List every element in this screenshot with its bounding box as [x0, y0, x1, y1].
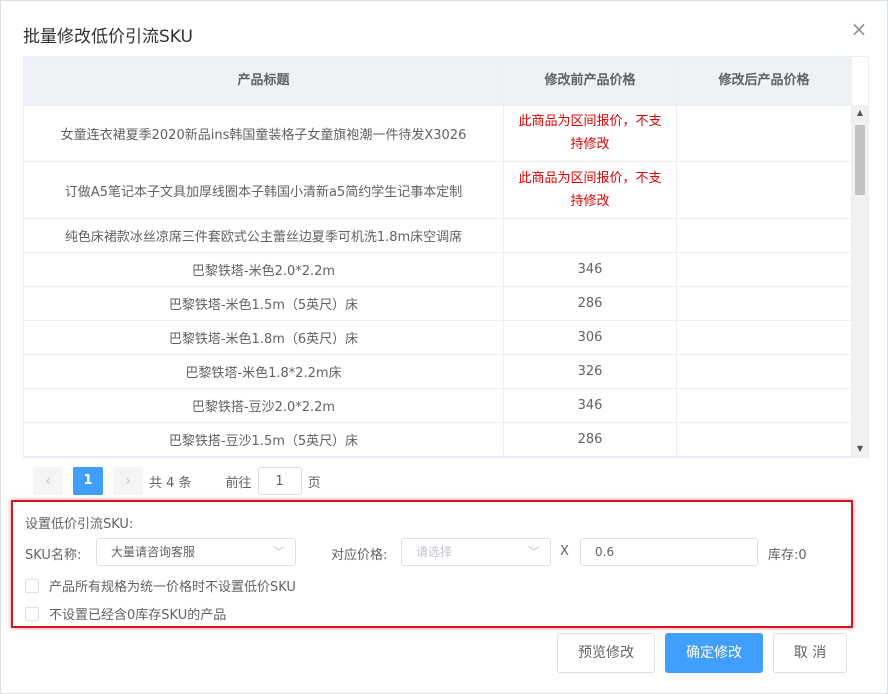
checkbox-zero-stock[interactable]: 不设置已经含0库存SKU的产品	[25, 604, 226, 623]
scroll-thumb[interactable]	[855, 125, 865, 195]
scroll-down-icon[interactable]: ▼	[852, 441, 868, 457]
checkbox-icon[interactable]	[25, 578, 39, 593]
cell-price-before: 346	[504, 253, 677, 286]
cell-product-title: 订做A5笔记本子文具加厚线圈本子韩国小清新a5简约学生记事本定制	[24, 162, 504, 218]
cell-price-after	[677, 219, 852, 252]
cell-product-title: 巴黎铁塔-米色1.8m（6英尺）床	[24, 321, 504, 354]
table-header: 产品标题 修改前产品价格 修改后产品价格	[24, 57, 852, 106]
header-price-before: 修改前产品价格	[504, 57, 677, 105]
cell-price-before: 286	[504, 423, 677, 456]
section-label: 设置低价引流SKU:	[25, 517, 134, 532]
confirm-button[interactable]: 确定修改	[665, 633, 763, 673]
sku-name-label: SKU名称:	[25, 548, 82, 563]
total-count: 共 4 条	[149, 475, 192, 491]
table-row: 巴黎铁塔-米色1.8*2.2m床 326	[24, 355, 852, 389]
cell-price-after	[677, 321, 852, 354]
cell-product-title: 巴黎铁塔-米色2.0*2.2m	[24, 253, 504, 286]
cell-price-before: 此商品为区间报价，不支持修改	[504, 105, 677, 161]
dialog-title: 批量修改低价引流SKU	[23, 27, 193, 47]
table-body: 女童连衣裙夏季2020新品ins韩国童装格子女童旗袍潮一件待发X3026 此商品为…	[24, 105, 852, 457]
page-number-current[interactable]: 1	[73, 467, 103, 495]
scroll-up-icon[interactable]: ▲	[852, 105, 868, 121]
cell-product-title: 巴黎铁塔-米色1.8*2.2m床	[24, 355, 504, 388]
cancel-button[interactable]: 取 消	[773, 633, 847, 673]
cell-price-before: 此商品为区间报价，不支持修改	[504, 162, 677, 218]
cell-price-before	[504, 219, 677, 252]
multiply-sign: X	[560, 544, 569, 559]
table-row: 巴黎铁塔-米色2.0*2.2m 346	[24, 253, 852, 287]
cell-price-before: 286	[504, 287, 677, 320]
price-label: 对应价格:	[331, 548, 388, 563]
header-product-title: 产品标题	[24, 57, 504, 105]
goto-page-input[interactable]	[257, 467, 302, 495]
stock-count: 库存:0	[768, 548, 807, 563]
cell-price-after	[677, 105, 852, 161]
price-select[interactable]: 请选择 ﹀	[401, 538, 551, 566]
table-row: 巴黎铁塔-米色1.5m（5英尺）床 286	[24, 287, 852, 321]
pagination: ‹ 1 › 共 4 条 前往 页	[33, 467, 321, 495]
cell-price-after	[677, 355, 852, 388]
cell-price-after	[677, 423, 852, 456]
cell-price-before: 346	[504, 389, 677, 422]
batch-edit-dialog: 批量修改低价引流SKU × 产品标题 修改前产品价格 修改后产品价格 女童连衣裙…	[0, 0, 888, 694]
checkbox-icon[interactable]	[25, 606, 39, 621]
low-price-sku-settings: 设置低价引流SKU: SKU名称: 大量请咨询客服 ﹀ 对应价格: 请选择 ﹀ …	[11, 500, 853, 628]
table-row: 巴黎铁搭-豆沙1.5m（5英尺）床 286	[24, 423, 852, 457]
price-placeholder: 请选择	[416, 545, 453, 559]
page-suffix: 页	[307, 475, 321, 491]
cell-price-after	[677, 389, 852, 422]
cell-product-title: 巴黎铁塔-米色1.5m（5英尺）床	[24, 287, 504, 320]
checkbox-uniform-price[interactable]: 产品所有规格为统一价格时不设置低价SKU	[25, 576, 296, 595]
cell-product-title: 纯色床裙款冰丝凉席三件套欧式公主蕾丝边夏季可机洗1.8m床空调席	[24, 219, 504, 252]
cell-price-before: 306	[504, 321, 677, 354]
price-multiplier-input[interactable]	[580, 538, 758, 566]
preview-button[interactable]: 预览修改	[557, 633, 655, 673]
table-row: 纯色床裙款冰丝凉席三件套欧式公主蕾丝边夏季可机洗1.8m床空调席	[24, 219, 852, 253]
prev-page-button[interactable]: ‹	[33, 467, 63, 495]
cell-price-after	[677, 162, 852, 218]
table-row: 巴黎铁塔-米色1.8m（6英尺）床 306	[24, 321, 852, 355]
cell-price-before: 326	[504, 355, 677, 388]
cell-price-after	[677, 287, 852, 320]
table-scrollbar[interactable]: ▲ ▼	[852, 105, 868, 457]
table-row: 订做A5笔记本子文具加厚线圈本子韩国小清新a5简约学生记事本定制 此商品为区间报价…	[24, 162, 852, 219]
chevron-down-icon: ﹀	[527, 545, 540, 559]
table-row: 巴黎铁搭-豆沙2.0*2.2m 346	[24, 389, 852, 423]
goto-label: 前往	[225, 475, 252, 491]
sku-name-select[interactable]: 大量请咨询客服 ﹀	[96, 538, 296, 566]
cell-product-title: 巴黎铁搭-豆沙1.5m（5英尺）床	[24, 423, 504, 456]
table-row: 女童连衣裙夏季2020新品ins韩国童装格子女童旗袍潮一件待发X3026 此商品为…	[24, 105, 852, 162]
chevron-down-icon: ﹀	[272, 545, 285, 559]
header-price-after: 修改后产品价格	[677, 57, 852, 105]
cell-product-title: 女童连衣裙夏季2020新品ins韩国童装格子女童旗袍潮一件待发X3026	[24, 105, 504, 161]
cell-price-after	[677, 253, 852, 286]
next-page-button[interactable]: ›	[113, 467, 143, 495]
close-icon[interactable]: ×	[849, 19, 869, 39]
cell-product-title: 巴黎铁搭-豆沙2.0*2.2m	[24, 389, 504, 422]
checkbox-zero-stock-label: 不设置已经含0库存SKU的产品	[49, 608, 227, 623]
checkbox-uniform-price-label: 产品所有规格为统一价格时不设置低价SKU	[49, 580, 296, 595]
sku-table: 产品标题 修改前产品价格 修改后产品价格 女童连衣裙夏季2020新品ins韩国童…	[23, 56, 869, 458]
sku-name-value: 大量请咨询客服	[111, 545, 196, 559]
